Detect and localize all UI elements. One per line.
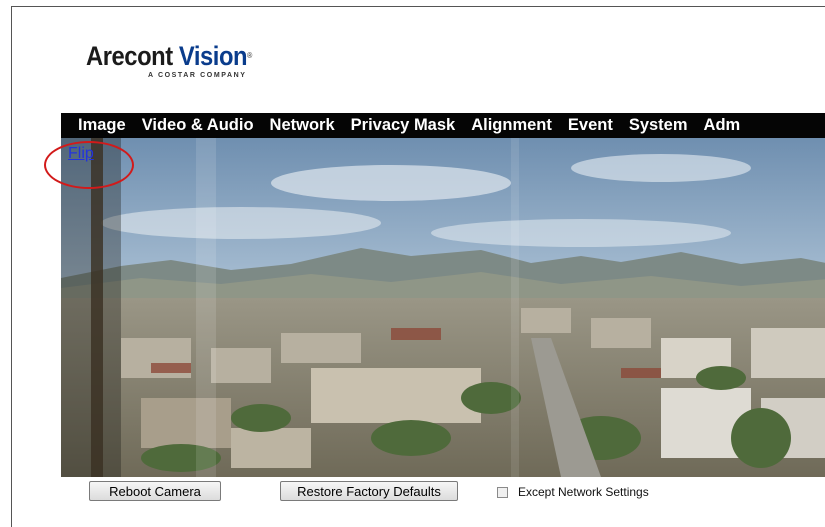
- nav-item-network[interactable]: Network: [270, 116, 335, 135]
- logo-tagline: A COSTAR COMPANY: [148, 72, 247, 79]
- nav-item-privacy-mask[interactable]: Privacy Mask: [351, 116, 456, 135]
- main-nav: Image Video & Audio Network Privacy Mask…: [61, 113, 825, 138]
- nav-item-system[interactable]: System: [629, 116, 688, 135]
- action-bar: Reboot Camera Restore Factory Defaults E…: [61, 477, 825, 510]
- nav-item-event[interactable]: Event: [568, 116, 613, 135]
- camera-live-view[interactable]: [61, 138, 825, 477]
- nav-item-alignment[interactable]: Alignment: [471, 116, 552, 135]
- except-network-label: Except Network Settings: [518, 485, 649, 499]
- nav-item-admin[interactable]: Adm: [704, 116, 741, 135]
- nav-item-image[interactable]: Image: [78, 116, 126, 135]
- camera-image: [61, 138, 825, 477]
- except-network-option: Except Network Settings: [497, 485, 649, 499]
- logo-wordmark: Arecont Vision®: [86, 41, 252, 71]
- flip-link[interactable]: Flip: [68, 145, 94, 163]
- reboot-camera-button[interactable]: Reboot Camera: [89, 481, 221, 501]
- restore-factory-defaults-button[interactable]: Restore Factory Defaults: [280, 481, 458, 501]
- except-network-checkbox[interactable]: [497, 486, 508, 498]
- nav-item-video-audio[interactable]: Video & Audio: [142, 116, 254, 135]
- brand-logo: Arecont Vision® A COSTAR COMPANY: [86, 42, 274, 79]
